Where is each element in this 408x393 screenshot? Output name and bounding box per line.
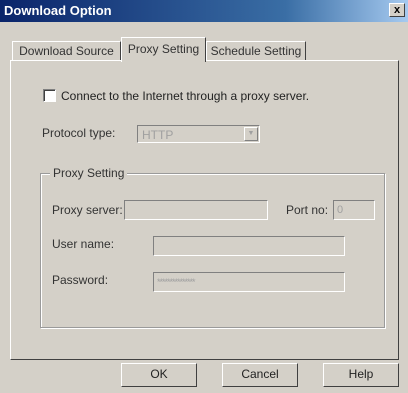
help-button[interactable]: Help: [323, 363, 399, 387]
chevron-down-icon[interactable]: ▼: [244, 127, 258, 141]
password-field[interactable]: ***************: [153, 272, 345, 292]
password-label: Password:: [52, 273, 109, 287]
proxy-setting-group-title: Proxy Setting: [50, 166, 128, 180]
port-field[interactable]: 0: [333, 200, 375, 220]
protocol-type-value: HTTP: [142, 128, 174, 142]
cancel-button[interactable]: Cancel: [222, 363, 298, 387]
ok-button[interactable]: OK: [121, 363, 197, 387]
tab-schedule-setting[interactable]: Schedule Setting: [206, 41, 306, 61]
user-name-label: User name:: [52, 237, 115, 251]
title-bar: Download Option x: [0, 0, 408, 22]
window-title: Download Option: [4, 3, 112, 18]
proxy-checkbox[interactable]: [43, 89, 56, 102]
close-button[interactable]: x: [389, 3, 405, 17]
tab-download-source[interactable]: Download Source: [12, 41, 121, 61]
proxy-checkbox-label[interactable]: Connect to the Internet through a proxy …: [61, 89, 309, 103]
user-name-field[interactable]: [153, 236, 345, 256]
tab-proxy-setting[interactable]: Proxy Setting: [121, 37, 206, 62]
protocol-type-select[interactable]: HTTP ▼: [137, 125, 260, 143]
proxy-server-field[interactable]: [124, 200, 268, 220]
port-label: Port no:: [286, 203, 329, 217]
proxy-server-label: Proxy server:: [52, 203, 123, 217]
protocol-type-label: Protocol type:: [42, 126, 116, 140]
